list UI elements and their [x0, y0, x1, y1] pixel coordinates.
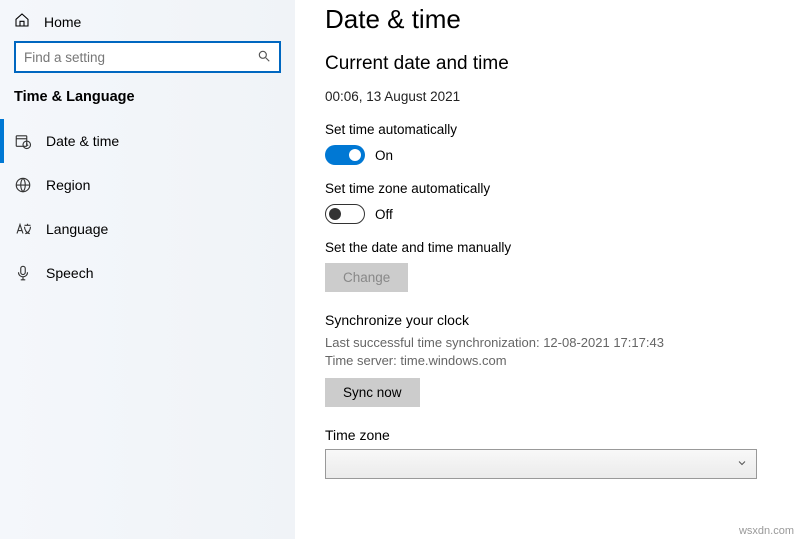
search-input[interactable] — [24, 50, 257, 65]
microphone-icon — [14, 264, 32, 282]
search-input-wrap[interactable] — [14, 41, 281, 73]
globe-icon — [14, 176, 32, 194]
sync-clock-heading: Synchronize your clock — [325, 312, 770, 328]
current-datetime-heading: Current date and time — [325, 53, 770, 75]
set-time-auto-state: On — [375, 148, 393, 163]
watermark: wsxdn.com — [739, 525, 794, 537]
set-tz-auto-state: Off — [375, 207, 393, 222]
set-time-auto-label: Set time automatically — [325, 122, 770, 137]
sidebar-item-speech[interactable]: Speech — [0, 251, 295, 295]
home-label: Home — [44, 14, 81, 30]
sync-now-button[interactable]: Sync now — [325, 378, 420, 407]
set-tz-auto-toggle[interactable] — [325, 204, 365, 224]
search-icon — [257, 49, 271, 66]
set-time-auto-toggle[interactable] — [325, 145, 365, 165]
chevron-down-icon — [736, 456, 748, 472]
sidebar-item-language[interactable]: Language — [0, 207, 295, 251]
sidebar-section-title: Time & Language — [0, 89, 295, 119]
home-icon — [14, 12, 30, 31]
sidebar-item-label: Date & time — [46, 133, 119, 149]
calendar-clock-icon — [14, 132, 32, 150]
set-tz-auto-label: Set time zone automatically — [325, 181, 770, 196]
sidebar-item-date-time[interactable]: Date & time — [0, 119, 295, 163]
sidebar-item-label: Speech — [46, 265, 93, 281]
main-content: Date & time Current date and time 00:06,… — [295, 0, 800, 539]
change-button: Change — [325, 263, 408, 292]
language-icon — [14, 220, 32, 238]
set-manual-label: Set the date and time manually — [325, 240, 770, 255]
sync-last-text: Last successful time synchronization: 12… — [325, 334, 770, 352]
sidebar-item-label: Region — [46, 177, 90, 193]
home-link[interactable]: Home — [0, 6, 295, 41]
timezone-select[interactable] — [325, 449, 757, 479]
sidebar: Home Time & Language Date & time Region — [0, 0, 295, 539]
sync-server-text: Time server: time.windows.com — [325, 352, 770, 370]
sidebar-item-region[interactable]: Region — [0, 163, 295, 207]
timezone-label: Time zone — [325, 427, 770, 443]
page-title: Date & time — [325, 4, 770, 35]
sidebar-item-label: Language — [46, 221, 108, 237]
current-datetime-value: 00:06, 13 August 2021 — [325, 89, 770, 104]
